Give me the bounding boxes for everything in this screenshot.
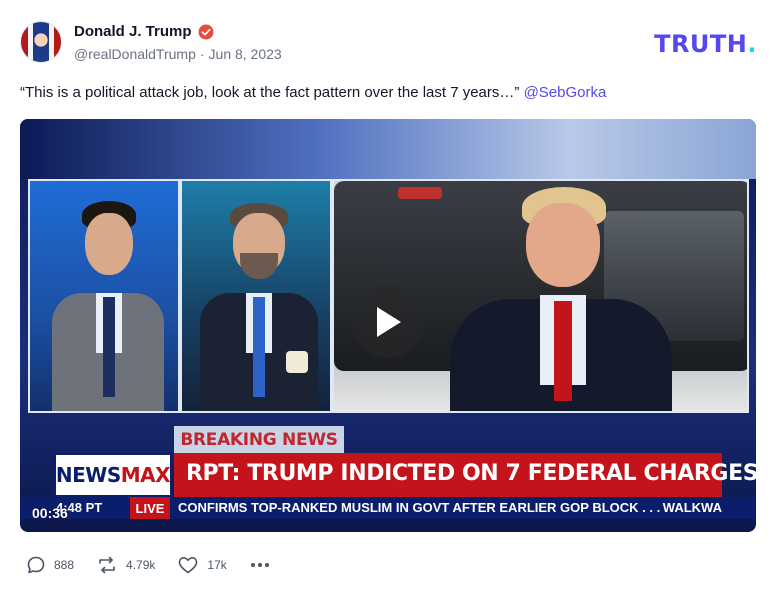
ticker-live-badge: LIVE xyxy=(130,497,170,519)
post-actions: 888 4.79k 17k xyxy=(26,555,271,575)
logo-dot: . xyxy=(747,30,757,58)
breaking-news-label: BREAKING NEWS xyxy=(174,426,344,453)
post-meta: @realDonaldTrump · Jun 8, 2023 xyxy=(74,46,282,62)
ticker-right-text: WALKWA xyxy=(662,500,722,515)
like-icon xyxy=(179,557,198,574)
like-count: 17k xyxy=(207,558,227,572)
network-logo-part1: NEWS xyxy=(55,463,121,487)
network-logo-part2: MAX xyxy=(120,463,171,487)
truth-logo[interactable]: TRUTH. xyxy=(654,30,757,58)
retruth-count: 4.79k xyxy=(126,558,156,572)
video-panel-anchor xyxy=(28,179,180,413)
mention-link[interactable]: @SebGorka xyxy=(524,84,607,101)
play-icon xyxy=(377,307,401,337)
avatar[interactable] xyxy=(20,21,62,63)
post-text: “This is a political attack job, look at… xyxy=(20,84,606,101)
play-button[interactable] xyxy=(352,286,424,358)
video-duration: 00:36 xyxy=(32,505,68,521)
reply-icon xyxy=(27,556,45,574)
like-button[interactable]: 17k xyxy=(177,555,227,575)
meta-separator: · xyxy=(199,46,205,62)
network-logo: NEWSMAX xyxy=(54,453,172,497)
ticker-text: CONFIRMS TOP-RANKED MUSLIM IN GOVT AFTER… xyxy=(178,500,661,515)
retruth-button[interactable]: 4.79k xyxy=(96,555,155,575)
post-body: “This is a political attack job, look at… xyxy=(20,84,520,101)
video-player[interactable]: BREAKING NEWS RPT: TRUMP INDICTED ON 7 F… xyxy=(20,119,756,532)
video-panel-guest xyxy=(180,179,332,413)
studio-background xyxy=(20,119,756,179)
network-logo-text: NEWSMAX xyxy=(55,463,171,487)
headline-text: RPT: TRUMP INDICTED ON 7 FEDERAL CHARGES xyxy=(186,461,756,486)
author-handle[interactable]: @realDonaldTrump xyxy=(74,46,196,62)
post-date[interactable]: Jun 8, 2023 xyxy=(209,46,282,62)
author-name[interactable]: Donald J. Trump xyxy=(74,23,192,40)
reply-count: 888 xyxy=(54,558,75,572)
logo-text: TRUTH xyxy=(654,30,748,58)
retruth-icon xyxy=(99,556,115,574)
more-button[interactable] xyxy=(249,555,271,575)
verified-badge-icon xyxy=(198,24,214,39)
reply-button[interactable]: 888 xyxy=(26,555,74,575)
author-name-row[interactable]: Donald J. Trump xyxy=(74,23,214,40)
more-icon xyxy=(250,563,269,567)
